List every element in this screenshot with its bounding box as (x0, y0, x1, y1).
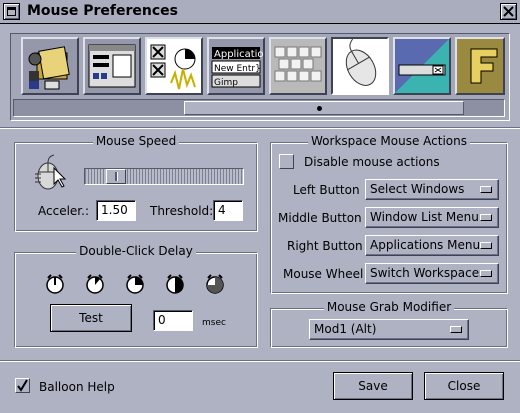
middle-button-menu[interactable]: Window List Menu (365, 207, 499, 228)
icon-strip-scrollbar[interactable] (13, 99, 505, 117)
clock-4-icon[interactable] (164, 273, 186, 295)
mouse-wheel-menu[interactable]: Switch Workspaces (365, 263, 499, 284)
double-click-group: Double-Click Delay (14, 244, 258, 348)
app-menu-line-3: Gimp (214, 78, 238, 88)
disable-mouse-actions-label: Disable mouse actions (304, 155, 440, 169)
mouse-wheel-label: Mouse Wheel (283, 267, 364, 281)
font-icon[interactable] (455, 37, 505, 95)
window-title: Mouse Preferences (27, 3, 178, 19)
close-window-button[interactable] (500, 3, 517, 20)
close-button[interactable]: Close (424, 372, 504, 400)
keyboard-icon[interactable] (269, 37, 327, 95)
threshold-field[interactable]: 4 (213, 200, 243, 221)
divider (0, 127, 520, 129)
double-click-title: Double-Click Delay (76, 244, 196, 258)
clock-2-icon[interactable] (84, 273, 106, 295)
scrollbar-thumb[interactable] (184, 101, 464, 115)
middle-button-label: Middle Button (278, 211, 362, 225)
file-manager-icon[interactable] (21, 37, 79, 95)
applications-menu-icon[interactable]: Applicatio New Entr} Gimp (207, 37, 265, 95)
slider-thumb[interactable] (106, 169, 126, 184)
threshold-label: Threshold: (150, 204, 214, 218)
app-menu-line-2: New Entr} (214, 64, 261, 74)
disable-mouse-actions-checkbox[interactable] (279, 154, 294, 169)
window-appearance-icon[interactable] (83, 37, 141, 95)
left-button-menu[interactable]: Select Windows (365, 179, 499, 200)
close-icon (503, 6, 514, 17)
mouse-icon[interactable] (331, 37, 389, 95)
left-button-label: Left Button (293, 183, 360, 197)
double-click-delay-field[interactable]: 0 (153, 310, 193, 331)
acceleration-label: Acceler.: (38, 204, 89, 218)
left-button-value: Select Windows (370, 182, 465, 196)
save-button[interactable]: Save (333, 372, 413, 400)
option-menu-indicator (480, 270, 492, 277)
grab-modifier-title: Mouse Grab Modifier (323, 300, 455, 314)
msec-label: msec (202, 318, 226, 328)
grab-modifier-value: Mod1 (Alt) (314, 322, 377, 336)
clock-1-icon[interactable] (44, 273, 66, 295)
acceleration-field[interactable]: 1.50 (96, 200, 136, 221)
mouse-speed-icon (35, 154, 67, 190)
test-button[interactable]: Test (50, 304, 132, 332)
mouse-speed-slider[interactable] (84, 168, 244, 185)
balloon-help-checkbox[interactable] (15, 378, 30, 393)
workspace-actions-title: Workspace Mouse Actions (308, 134, 470, 148)
window-icon (7, 7, 16, 16)
option-menu-indicator (450, 326, 462, 333)
grab-modifier-menu[interactable]: Mod1 (Alt) (309, 319, 469, 340)
minimize-button[interactable] (3, 3, 20, 20)
mouse-speed-title: Mouse Speed (92, 134, 180, 148)
checkmark-icon (17, 379, 28, 392)
option-menu-indicator (480, 214, 492, 221)
balloon-help-label: Balloon Help (39, 380, 115, 394)
window-buttons-icon[interactable] (145, 37, 203, 95)
clock-3-icon[interactable] (124, 273, 146, 295)
option-menu-indicator (480, 186, 492, 193)
option-menu-indicator (480, 242, 492, 249)
background-icon[interactable] (393, 37, 451, 95)
clock-5-icon[interactable] (204, 273, 226, 295)
middle-button-value: Window List Menu (370, 210, 479, 224)
mouse-wheel-value: Switch Workspaces (370, 266, 486, 280)
divider (0, 360, 520, 362)
right-button-value: Applications Menu (370, 238, 481, 252)
right-button-label: Right Button (287, 239, 363, 253)
app-menu-line-1: Applicatio (214, 49, 263, 60)
section-icon-strip: Applicatio New Entr} Gimp (10, 33, 510, 121)
right-button-menu[interactable]: Applications Menu (365, 235, 499, 256)
title-bar[interactable]: Mouse Preferences (0, 0, 520, 24)
